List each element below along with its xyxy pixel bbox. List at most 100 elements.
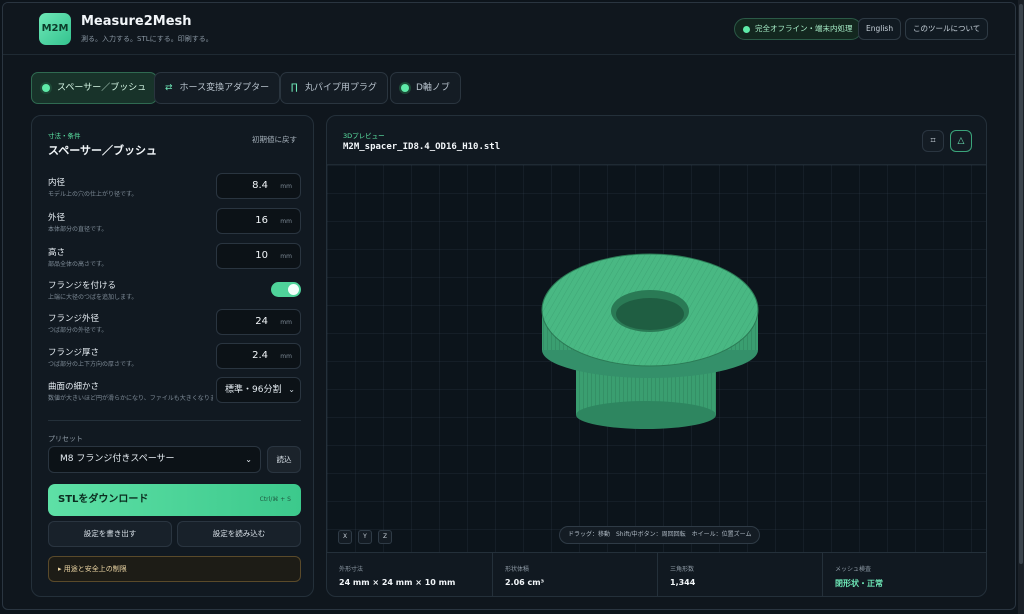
field-label: 内径 bbox=[48, 178, 66, 188]
panel-title: スペーサー／ブッシュ bbox=[48, 144, 158, 157]
stat-label: メッシュ検査 bbox=[835, 566, 872, 573]
inner-diameter-input[interactable]: 8.4 mm bbox=[216, 173, 301, 199]
preset-select[interactable]: M8 フランジ付きスペーサー ⌄ bbox=[48, 446, 261, 473]
center-hole bbox=[611, 290, 689, 332]
preview-panel: 3Dプレビュー M2M_spacer_ID8.4_OD16_H10.stl ⌗ … bbox=[326, 115, 987, 597]
resolution-select[interactable]: 標準・96分割 ⌄ bbox=[216, 377, 301, 403]
triangle-mesh-icon[interactable]: △ bbox=[950, 130, 972, 152]
unit-label: mm bbox=[280, 253, 292, 260]
scrollbar-thumb[interactable] bbox=[1019, 4, 1023, 564]
mesh-stats: 外形寸法 24 mm × 24 mm × 10 mm 形状体積 2.06 cm³… bbox=[327, 552, 986, 596]
chevron-down-icon: ⌄ bbox=[286, 378, 295, 402]
input-value: 10 bbox=[255, 250, 268, 261]
unit-label: mm bbox=[280, 319, 292, 326]
button-label: STLをダウンロード bbox=[58, 494, 149, 505]
stat-triangles: 三角形数 1,344 bbox=[657, 553, 822, 596]
safety-notice-toggle[interactable]: ▸ 用途と安全上の制限 bbox=[48, 556, 301, 582]
toggle-knob bbox=[288, 284, 299, 295]
stat-label: 外形寸法 bbox=[339, 566, 364, 573]
field-label: 高さ bbox=[48, 248, 66, 258]
view-y-button[interactable]: Y bbox=[358, 530, 372, 544]
field-hint: モデル上の穴の仕上がり径です。 bbox=[48, 191, 138, 198]
3d-viewport[interactable] bbox=[327, 164, 986, 552]
plug-icon: ∏ bbox=[291, 83, 298, 93]
tab-label: ホース変換アダプター bbox=[179, 83, 270, 93]
stat-value: 2.06 cm³ bbox=[505, 578, 545, 587]
frame-icon[interactable]: ⌗ bbox=[922, 130, 944, 152]
unit-label: mm bbox=[280, 353, 292, 360]
view-x-button[interactable]: X bbox=[338, 530, 352, 544]
shortcut-hint: Ctrl/⌘ + S bbox=[259, 496, 291, 503]
inner-diameter-field: 内径 モデル上の穴の仕上がり径です。 8.4 mm bbox=[48, 173, 301, 206]
export-settings-button[interactable]: 設定を書き出す bbox=[48, 521, 172, 547]
app-logo: M2M bbox=[39, 13, 71, 45]
app-header: M2M Measure2Mesh 測る。入力する。STLにする。印刷する。 完全… bbox=[3, 3, 1015, 55]
status-dot-icon bbox=[743, 26, 750, 33]
download-stl-button[interactable]: STLをダウンロード Ctrl/⌘ + S bbox=[48, 484, 301, 516]
app-subtitle: 測る。入力する。STLにする。印刷する。 bbox=[81, 35, 213, 43]
input-value: 16 bbox=[255, 215, 268, 226]
preset-label: プリセット bbox=[48, 435, 83, 443]
import-settings-button[interactable]: 設定を読み込む bbox=[177, 521, 301, 547]
language-button[interactable]: English bbox=[858, 18, 902, 40]
load-preset-button[interactable]: 読込 bbox=[267, 446, 301, 473]
tab-pipe-plug[interactable]: ∏ 丸パイプ用プラグ bbox=[280, 72, 388, 104]
field-label: フランジを付ける bbox=[48, 281, 117, 291]
field-label: 曲面の細かさ bbox=[48, 382, 100, 392]
field-label: フランジ外径 bbox=[48, 314, 100, 324]
field-hint: 本体部分の直径です。 bbox=[48, 226, 108, 233]
flange-thickness-input[interactable]: 2.4 mm bbox=[216, 343, 301, 369]
stat-label: 形状体積 bbox=[505, 566, 530, 573]
input-value: 8.4 bbox=[252, 180, 268, 191]
stat-value: 閉形状・正常 bbox=[835, 579, 883, 588]
input-value: 24 bbox=[255, 316, 268, 327]
field-hint: 数値が大きいほど円が滑らかになり、ファイルも大きくなります。 bbox=[48, 395, 213, 402]
field-label: 外径 bbox=[48, 213, 66, 223]
tab-d-shaft-knob[interactable]: D軸ノブ bbox=[390, 72, 461, 104]
flange-outer-diameter-input[interactable]: 24 mm bbox=[216, 309, 301, 335]
height-input[interactable]: 10 mm bbox=[216, 243, 301, 269]
view-z-button[interactable]: Z bbox=[378, 530, 392, 544]
app-title: Measure2Mesh bbox=[81, 14, 192, 29]
unit-label: mm bbox=[280, 218, 292, 225]
offline-status-badge: 完全オフライン・端末内処理 bbox=[734, 18, 862, 40]
field-hint: つば部分の上下方向の厚さです。 bbox=[48, 361, 138, 368]
resolution-field: 曲面の細かさ 数値が大きいほど円が滑らかになり、ファイルも大きくなります。 標準… bbox=[48, 377, 301, 410]
preview-filename: M2M_spacer_ID8.4_OD16_H10.stl bbox=[343, 142, 501, 152]
tab-hose-adapter[interactable]: ⇄ ホース変換アダプター bbox=[154, 72, 281, 104]
outer-diameter-field: 外径 本体部分の直径です。 16 mm bbox=[48, 208, 301, 241]
flange-outer-diameter-field: フランジ外径 つば部分の外径です。 24 mm bbox=[48, 309, 301, 342]
about-button[interactable]: このツールについて bbox=[905, 18, 989, 40]
stat-mesh-check: メッシュ検査 閉形状・正常 bbox=[822, 553, 986, 596]
height-field: 高さ 部品全体の高さです。 10 mm bbox=[48, 243, 301, 276]
tab-label: スペーサー／ブッシュ bbox=[57, 83, 147, 93]
field-hint: つば部分の外径です。 bbox=[48, 327, 108, 334]
select-value: M8 フランジ付きスペーサー bbox=[60, 454, 175, 464]
controls-hint: ドラッグ：移動 Shift/中ボタン：周回回転 ホイール：位置ズーム bbox=[559, 526, 761, 544]
flange-toggle[interactable] bbox=[271, 282, 301, 297]
flange-thickness-field: フランジ厚さ つば部分の上下方向の厚さです。 2.4 mm bbox=[48, 343, 301, 376]
app-window: M2M Measure2Mesh 測る。入力する。STLにする。印刷する。 完全… bbox=[2, 2, 1016, 610]
field-hint: 部品全体の高さです。 bbox=[48, 261, 108, 268]
input-value: 2.4 bbox=[252, 350, 268, 361]
unit-label: mm bbox=[280, 183, 292, 190]
window-scrollbar[interactable] bbox=[1018, 0, 1024, 614]
reset-defaults-link[interactable]: 初期値に戻す bbox=[252, 134, 297, 145]
offline-status-text: 完全オフライン・端末内処理 bbox=[755, 24, 853, 33]
stat-value: 24 mm × 24 mm × 10 mm bbox=[339, 578, 456, 587]
stat-dimensions: 外形寸法 24 mm × 24 mm × 10 mm bbox=[327, 553, 492, 596]
outer-diameter-input[interactable]: 16 mm bbox=[216, 208, 301, 234]
divider bbox=[48, 420, 301, 421]
tab-label: D軸ノブ bbox=[416, 83, 450, 93]
stat-volume: 形状体積 2.06 cm³ bbox=[492, 553, 657, 596]
section-label: 寸法・条件 bbox=[48, 132, 81, 140]
dot-icon bbox=[42, 84, 50, 92]
stat-label: 三角形数 bbox=[670, 566, 695, 573]
tab-spacer-bushing[interactable]: スペーサー／ブッシュ bbox=[31, 72, 158, 104]
flange-toggle-field: フランジを付ける 上端に大径のつばを追加します。 bbox=[48, 279, 301, 309]
field-hint: 上端に大径のつばを追加します。 bbox=[48, 294, 138, 301]
tab-label: 丸パイプ用プラグ bbox=[304, 83, 377, 93]
select-value: 標準・96分割 bbox=[225, 385, 282, 395]
parameters-panel: 寸法・条件 スペーサー／ブッシュ 初期値に戻す 内径 モデル上の穴の仕上がり径で… bbox=[31, 115, 314, 597]
chevron-down-icon: ⌄ bbox=[245, 455, 252, 464]
